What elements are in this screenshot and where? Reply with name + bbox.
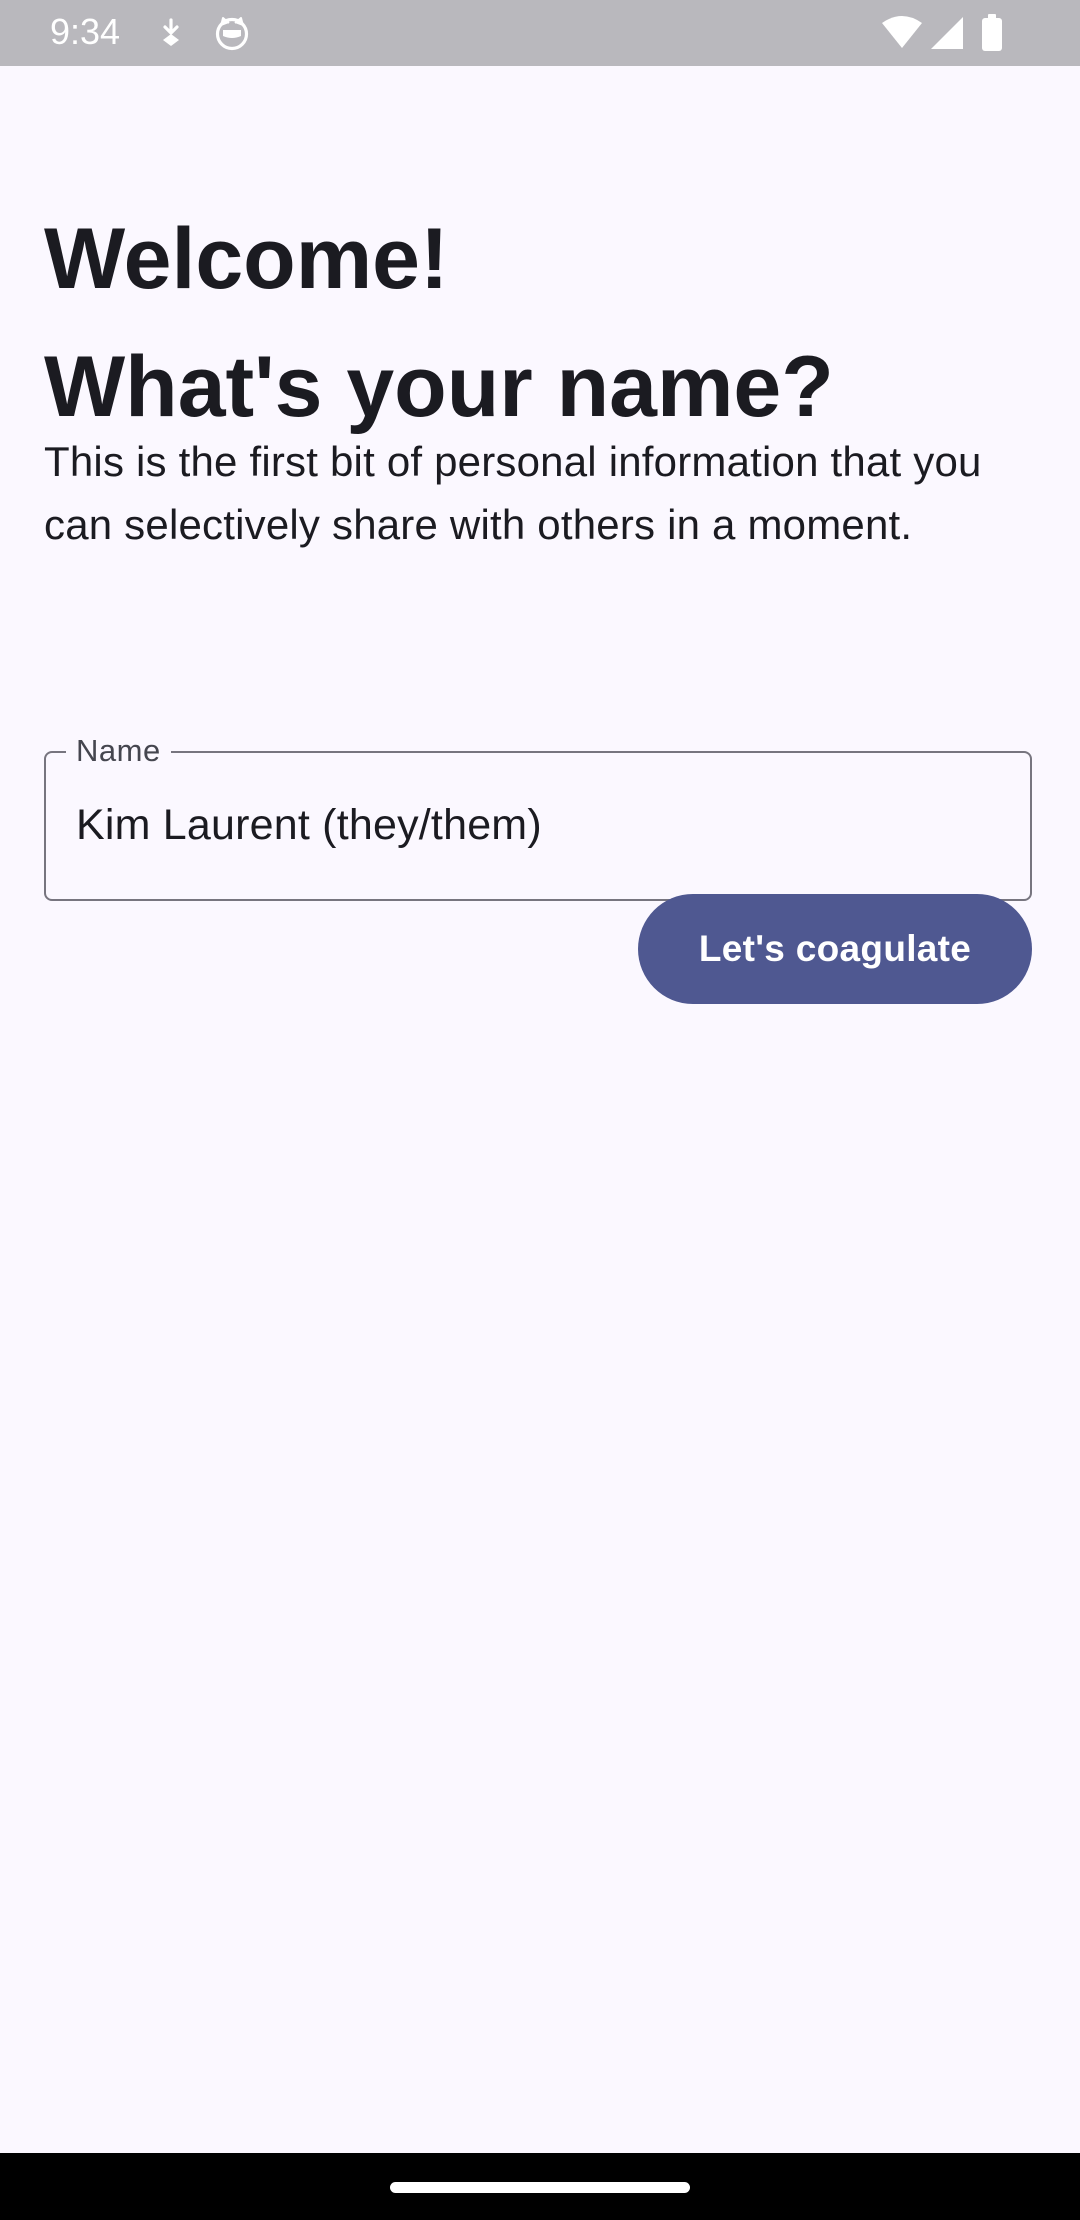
welcome-heading: Welcome! What's your name? [44, 195, 1036, 451]
name-input[interactable] [76, 797, 996, 853]
download-indicator-icon [163, 18, 179, 46]
welcome-heading-line: Welcome! [44, 211, 449, 307]
home-gesture-handle[interactable] [390, 2182, 690, 2193]
cat-face-icon [215, 17, 249, 51]
name-field[interactable]: Name [44, 731, 1032, 901]
system-navigation-bar [0, 2153, 1080, 2220]
status-bar: 9:34 [0, 0, 1080, 66]
battery-icon [982, 14, 1002, 51]
wifi-icon [882, 16, 922, 48]
status-time: 9:34 [50, 11, 121, 52]
cellular-signal-icon [931, 17, 963, 49]
intro-description: This is the first bit of personal inform… [44, 438, 982, 548]
name-field-label: Name [66, 731, 171, 771]
lets-coagulate-button[interactable]: Let's coagulate [638, 894, 1032, 1004]
